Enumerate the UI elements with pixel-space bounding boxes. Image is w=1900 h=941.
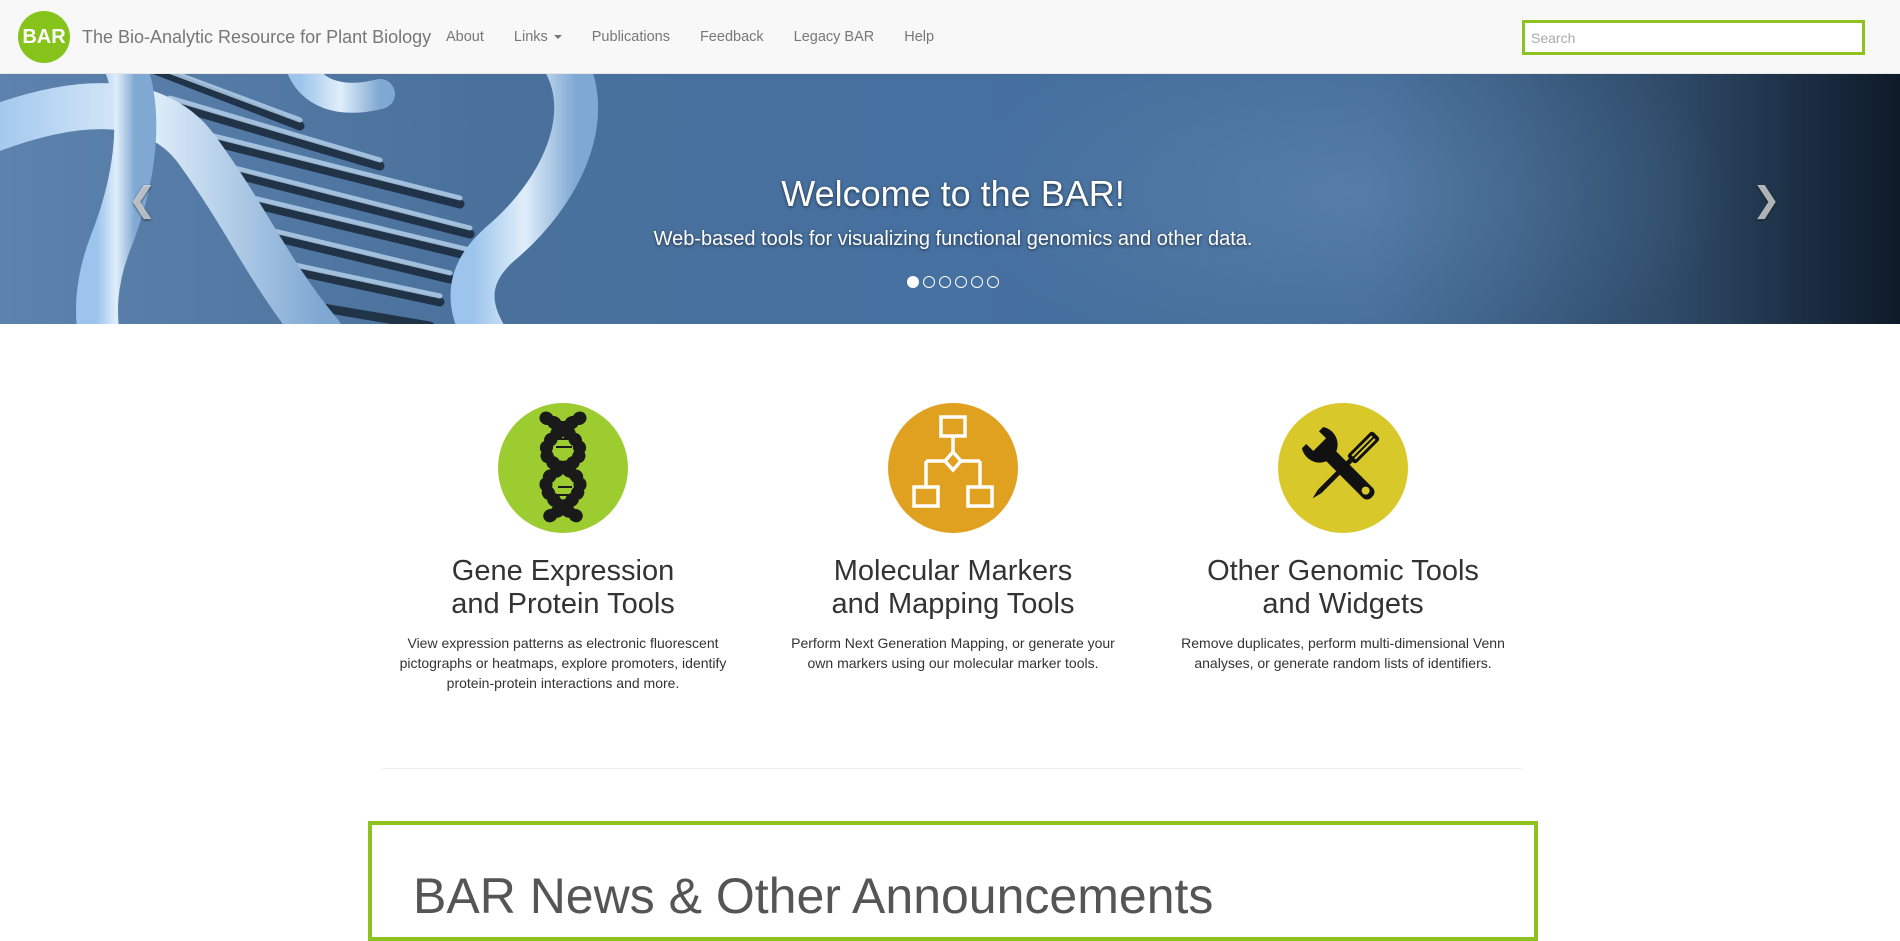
tool-title[interactable]: Gene Expression and Protein Tools [378, 555, 748, 621]
main-nav: About Links Publications Feedback Legacy… [446, 0, 964, 74]
hero-carousel: ❮ ❯ Welcome to the BAR! Web-based tools … [0, 74, 1900, 324]
tool-title-line1: Molecular Markers [833, 555, 1073, 587]
carousel-indicator-1[interactable] [907, 276, 919, 288]
tool-title[interactable]: Other Genomic Tools and Widgets [1158, 555, 1528, 621]
dna-icon[interactable] [498, 403, 628, 533]
tool-title-line1: Other Genomic Tools [1207, 555, 1479, 587]
section-divider [382, 768, 1522, 769]
news-panel: BAR News & Other Announcements [368, 821, 1538, 941]
hero-subtitle: Web-based tools for visualizing function… [653, 228, 1253, 250]
tool-card-molecular-markers: Molecular Markers and Mapping Tools Perf… [768, 403, 1138, 673]
nav-links-label: Links [513, 29, 548, 45]
bar-logo[interactable]: BAR [18, 11, 70, 63]
carousel-indicator-2[interactable] [923, 276, 935, 288]
tool-card-genomic-tools: Other Genomic Tools and Widgets Remove d… [1158, 403, 1528, 673]
tool-title-line2: and Mapping Tools [831, 588, 1075, 620]
carousel-indicator-6[interactable] [987, 276, 999, 288]
hero-title: Welcome to the BAR! [781, 173, 1125, 214]
carousel-indicator-5[interactable] [971, 276, 983, 288]
carousel-indicator-3[interactable] [939, 276, 951, 288]
flowchart-icon[interactable] [888, 403, 1018, 533]
tool-title-line2: and Protein Tools [451, 588, 675, 620]
nav-help[interactable]: Help [904, 29, 934, 45]
caret-down-icon [553, 35, 562, 40]
nav-links-dropdown[interactable]: Links [514, 29, 562, 45]
tool-description: Perform Next Generation Mapping, or gene… [791, 635, 1115, 671]
tool-description: Remove duplicates, perform multi-dimensi… [1181, 635, 1505, 671]
top-navbar: BAR The Bio-Analytic Resource for Plant … [0, 0, 1900, 74]
tool-card-gene-expression: Gene Expression and Protein Tools View e… [378, 403, 748, 693]
search-input[interactable] [1522, 20, 1865, 55]
carousel-indicator-4[interactable] [955, 276, 967, 288]
nav-feedback[interactable]: Feedback [700, 29, 764, 45]
tool-title-line1: Gene Expression [451, 555, 675, 587]
site-title[interactable]: The Bio-Analytic Resource for Plant Biol… [82, 27, 431, 48]
nav-about[interactable]: About [446, 29, 484, 45]
tool-description: View expression patterns as electronic f… [399, 635, 727, 691]
tool-title[interactable]: Molecular Markers and Mapping Tools [768, 555, 1138, 621]
news-heading: BAR News & Other Announcements [413, 868, 1214, 924]
tools-icon[interactable] [1278, 403, 1408, 533]
nav-publications[interactable]: Publications [592, 29, 670, 45]
carousel-indicators [905, 276, 1001, 288]
tool-title-line2: and Widgets [1262, 588, 1424, 620]
nav-legacy-bar[interactable]: Legacy BAR [794, 29, 875, 45]
